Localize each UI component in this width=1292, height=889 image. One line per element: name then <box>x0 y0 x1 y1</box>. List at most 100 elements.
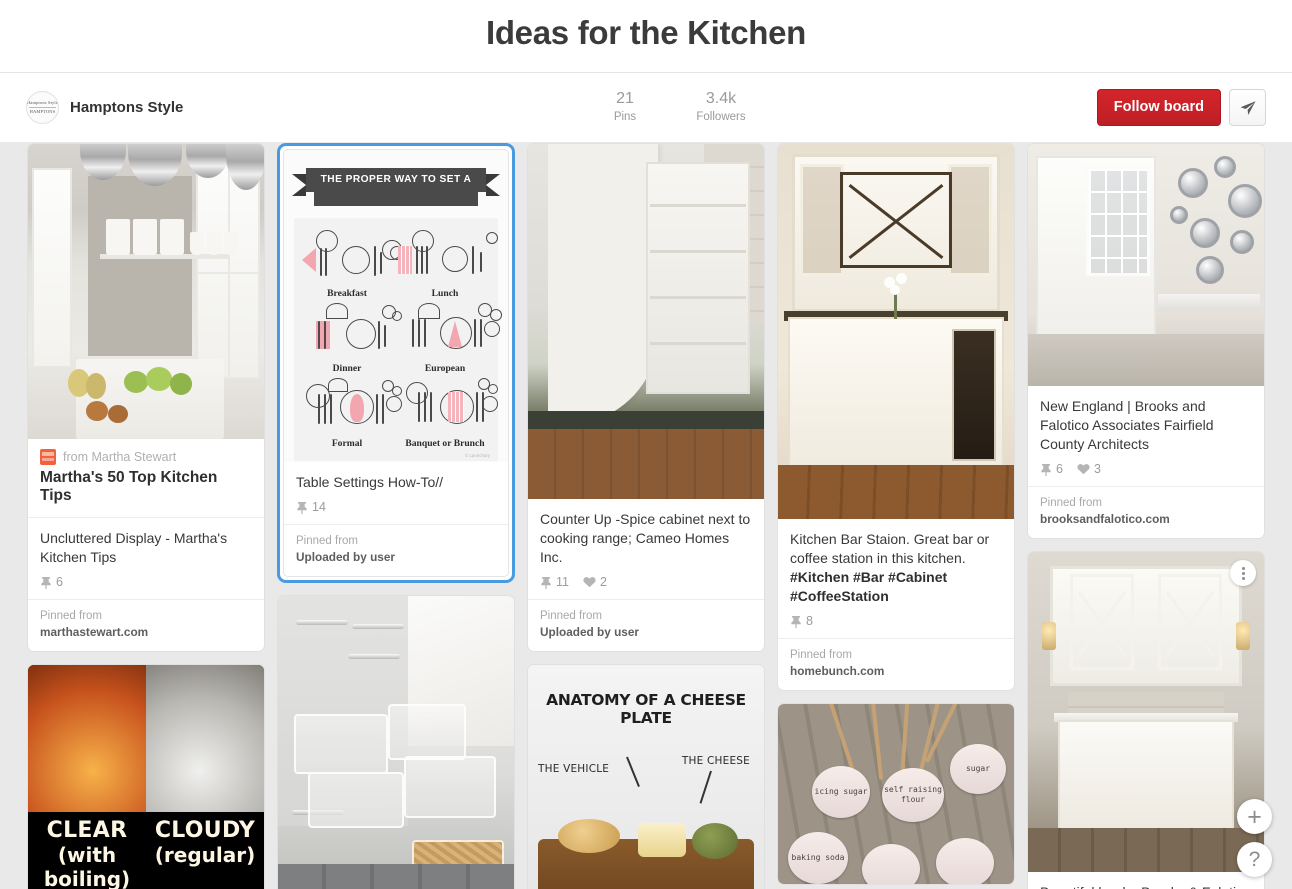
repin-count: 6 <box>1040 462 1063 476</box>
pin-image[interactable] <box>778 144 1014 519</box>
follow-board-button[interactable]: Follow board <box>1096 89 1221 126</box>
pin-description: Table Settings How-To// <box>296 474 444 490</box>
pin-card-table-settings-how-to[interactable]: THE PROPER WAY TO SET A TABLE <box>277 143 515 583</box>
pin-image[interactable]: CLEAR (with boiling) CLOUDY (regular) <box>28 665 264 889</box>
pinned-from-label: Pinned from <box>40 610 103 622</box>
help-button[interactable]: ? <box>1237 842 1272 877</box>
like-count-value: 3 <box>1093 462 1101 476</box>
setting-breakfast: Breakfast <box>298 228 404 299</box>
pin-description: Uncluttered Display - Martha's Kitchen T… <box>40 530 228 565</box>
pin-card-clear-ice-cubes[interactable]: CLEAR (with boiling) CLOUDY (regular) <box>27 664 265 889</box>
pin-image[interactable]: icing sugar self raising flour sugar bak… <box>778 704 1014 884</box>
pin-source[interactable]: Uploaded by user <box>540 624 752 640</box>
pin-footer[interactable]: Pinned from Uploaded by user <box>284 524 508 576</box>
pin-footer[interactable]: Pinned from homebunch.com <box>778 638 1014 690</box>
ice-caption-left: CLEAR (with boiling) <box>28 812 146 889</box>
setting-label: Lunch <box>431 288 459 299</box>
send-button[interactable] <box>1229 89 1266 126</box>
stat-followers[interactable]: 3.4k Followers <box>690 89 752 126</box>
pin-source[interactable]: marthastewart.com <box>40 624 252 640</box>
add-pin-button[interactable]: + <box>1237 799 1272 834</box>
like-count-value: 2 <box>599 575 607 589</box>
pin-body: Table Settings How-To// 14 <box>284 462 508 524</box>
pin-card-new-england-brooks-falotico[interactable]: New England | Brooks and Falotico Associ… <box>1027 143 1265 539</box>
pin-attribution: from Martha Stewart <box>28 439 264 465</box>
repin-count: 8 <box>790 614 813 628</box>
tag-blank-1 <box>862 844 920 884</box>
repin-count-value: 8 <box>806 614 813 628</box>
avatar-sublabel: HAMPTONS <box>29 109 56 114</box>
pin-description: Kitchen Bar Staion. Great bar or coffee … <box>790 530 1002 606</box>
ice-right-main: CLOUDY <box>154 818 256 843</box>
pin-card-pantry-label-tags[interactable]: icing sugar self raising flour sugar bak… <box>777 703 1015 885</box>
pin-body: Uncluttered Display - Martha's Kitchen T… <box>28 517 264 599</box>
pin-card-counter-up-spice-cabinet[interactable]: Counter Up -Spice cabinet next to cookin… <box>527 143 765 652</box>
pin-source[interactable]: brooksandfalotico.com <box>1040 511 1252 527</box>
owner-name[interactable]: Hamptons Style <box>70 99 183 116</box>
pin-counts: 14 <box>296 500 496 514</box>
infographic-banner: THE PROPER WAY TO SET A TABLE <box>292 168 500 209</box>
board-owner[interactable]: Hamptons Style HAMPTONS Hamptons Style <box>26 91 356 124</box>
pin-footer[interactable]: Pinned from marthastewart.com <box>28 599 264 651</box>
grid-column-1: from Martha Stewart Martha's 50 Top Kitc… <box>27 143 265 889</box>
page-title: Ideas for the Kitchen <box>485 14 807 51</box>
grid-column-4: Kitchen Bar Staion. Great bar or coffee … <box>777 143 1015 889</box>
pin-body: Beautiful bar by Brooks & Falotico <box>1028 872 1264 889</box>
pin-image[interactable] <box>278 596 514 889</box>
pinned-from-label: Pinned from <box>540 610 603 622</box>
pin-image[interactable] <box>28 144 264 439</box>
setting-formal: Formal <box>298 378 402 449</box>
attribution-text: from Martha Stewart <box>63 450 177 464</box>
pin-card-anatomy-of-a-cheese-plate[interactable]: ANATOMY OF A CHEESE PLATE THE VEHICLE TH… <box>527 664 765 889</box>
pin-options-button[interactable] <box>1230 560 1256 586</box>
tag-baking-soda: baking soda <box>788 832 848 884</box>
pin-image[interactable]: ANATOMY OF A CHEESE PLATE THE VEHICLE TH… <box>528 665 764 889</box>
pin-description: New England | Brooks and Falotico Associ… <box>1040 398 1214 452</box>
pin-body: Counter Up -Spice cabinet next to cookin… <box>528 499 764 599</box>
ice-right-sub: (regular) <box>154 843 256 867</box>
setting-european: European <box>396 303 502 374</box>
pin-card-marthas-50-top-kitchen-tips[interactable]: from Martha Stewart Martha's 50 Top Kitc… <box>27 143 265 652</box>
pushpin-icon <box>791 615 801 628</box>
header-actions: Follow board <box>1096 89 1266 126</box>
label-the-vehicle: THE VEHICLE <box>538 763 610 775</box>
pin-footer[interactable]: Pinned from Uploaded by user <box>528 599 764 651</box>
pin-description-text: Kitchen Bar Staion. Great bar or coffee … <box>790 531 990 566</box>
stat-pins: 21 Pins <box>594 89 656 126</box>
pin-image[interactable] <box>1028 144 1264 386</box>
followers-label: Followers <box>696 111 746 123</box>
pin-card-beautiful-bar-brooks-falotico[interactable]: Beautiful bar by Brooks & Falotico <box>1027 551 1265 889</box>
ice-left-main: CLEAR <box>46 818 128 843</box>
pin-description: Counter Up -Spice cabinet next to cookin… <box>540 511 751 565</box>
pin-image[interactable] <box>1028 552 1264 872</box>
pin-card-drawer-organizer[interactable] <box>277 595 515 889</box>
pin-card-kitchen-bar-staion[interactable]: Kitchen Bar Staion. Great bar or coffee … <box>777 143 1015 691</box>
ice-left-sub: (with boiling) <box>43 843 131 889</box>
pin-image[interactable]: THE PROPER WAY TO SET A TABLE <box>284 150 508 462</box>
pin-heading[interactable]: Martha's 50 Top Kitchen Tips <box>28 465 264 517</box>
pins-label: Pins <box>613 111 637 123</box>
label-the-cheese: THE CHEESE <box>681 755 750 767</box>
infographic-credit: © Lanechory <box>465 453 490 458</box>
pinned-from-label: Pinned from <box>296 535 359 547</box>
pins-count: 21 <box>616 90 634 107</box>
floating-action-buttons: + ? <box>1237 799 1272 877</box>
pin-counts: 11 2 <box>540 575 752 589</box>
board-meta-bar: Hamptons Style HAMPTONS Hamptons Style 2… <box>0 72 1292 142</box>
pin-source[interactable]: homebunch.com <box>790 663 1002 679</box>
cheese-plate-title: ANATOMY OF A CHEESE PLATE <box>546 691 746 727</box>
paper-plane-icon <box>1240 100 1255 115</box>
avatar-label: Hamptons Style <box>27 99 58 105</box>
pin-image[interactable] <box>528 144 764 499</box>
pin-counts: 6 <box>40 575 252 589</box>
pin-footer[interactable]: Pinned from brooksandfalotico.com <box>1028 486 1264 538</box>
pin-hashtags[interactable]: #Kitchen #Bar #Cabinet #CoffeeStation <box>790 569 947 604</box>
repin-count-value: 14 <box>312 500 326 514</box>
avatar[interactable]: Hamptons Style HAMPTONS <box>26 91 59 124</box>
pin-source[interactable]: Uploaded by user <box>296 549 496 565</box>
pin-counts: 6 3 <box>1040 462 1252 476</box>
pushpin-icon <box>41 576 51 589</box>
pushpin-icon <box>1041 463 1051 476</box>
pin-description: Beautiful bar by Brooks & Falotico <box>1040 883 1252 889</box>
grid-column-2: THE PROPER WAY TO SET A TABLE <box>277 143 515 889</box>
